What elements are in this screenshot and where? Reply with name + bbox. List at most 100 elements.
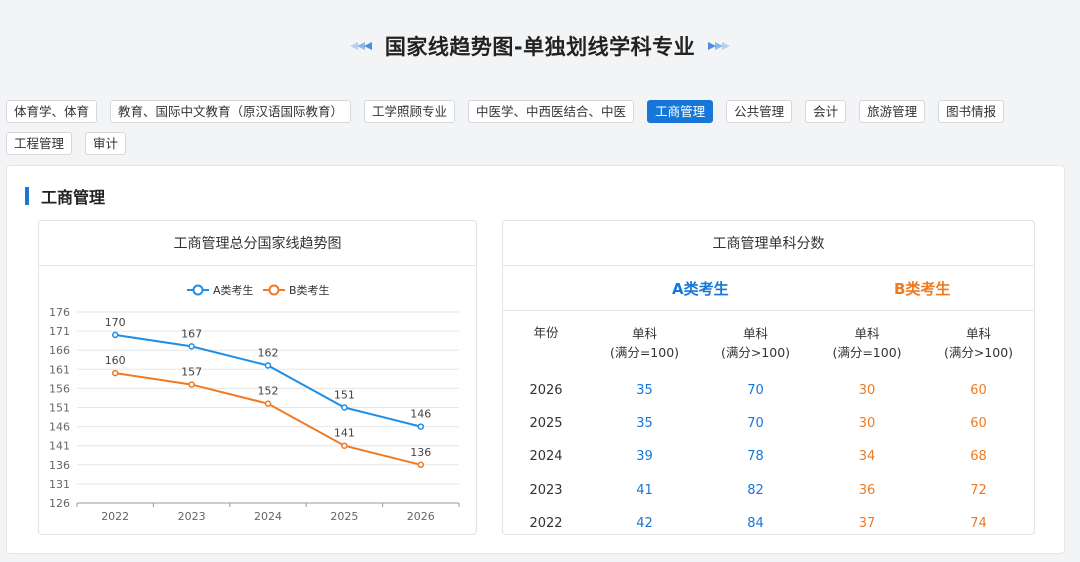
- header-year: 年份: [533, 325, 559, 340]
- group-b-label: B类考生: [894, 280, 951, 298]
- y-tick-label: 131: [49, 478, 70, 491]
- cell-year: 2025: [529, 416, 563, 432]
- data-label: 151: [334, 389, 355, 402]
- cell-a1: 42: [636, 515, 653, 531]
- cell-a2: 82: [747, 482, 764, 498]
- cell-a1: 35: [636, 383, 653, 399]
- tab-9[interactable]: 工程管理: [6, 132, 73, 155]
- group-header-row: A类考生 B类考生: [503, 266, 1034, 311]
- trend-line-chart: 126 131 136 141 146 151 156 161 166 171 176 2022 202…: [49, 283, 460, 523]
- section-title: 工商管理: [25, 184, 105, 208]
- data-label: 157: [181, 366, 202, 379]
- y-tick-label: 126: [49, 497, 70, 510]
- score-table-card: 工商管理单科分数 A类考生 B类考生 年份 单科 (满分=100) 单科 (满分>1…: [502, 220, 1035, 535]
- header-a-single-gt100: 单科 (满分>100): [720, 325, 791, 360]
- data-label: 141: [334, 427, 355, 440]
- tab-1[interactable]: 教育、国际中文教育（原汉语国际教育）: [110, 100, 352, 123]
- data-point: [188, 381, 195, 388]
- y-tick-label: 141: [49, 440, 70, 453]
- data-label: 170: [105, 316, 126, 329]
- table-header-row: 年份 单科 (满分=100) 单科 (满分>100) 单科 (满分=100) 单科 (满…: [503, 311, 1034, 374]
- tab-5[interactable]: 公共管理: [726, 100, 793, 123]
- page-header: 国家线趋势图-单独划线学科专业: [0, 28, 1080, 64]
- chart-card-title: 工商管理总分国家线趋势图: [39, 221, 476, 266]
- subject-tabs: 体育学、体育 教育、国际中文教育（原汉语国际教育） 工学照顾专业 中医学、中西医结合、…: [6, 100, 1076, 155]
- score-table: 年份 单科 (满分=100) 单科 (满分>100) 单科 (满分=100) 单科 (满…: [503, 311, 1034, 540]
- data-label: 162: [258, 346, 279, 359]
- cell-b1: 34: [858, 449, 876, 465]
- cell-b2: 60: [970, 416, 987, 432]
- cell-a2: 70: [747, 383, 764, 399]
- table-card-title: 工商管理单科分数: [503, 221, 1034, 266]
- data-point: [341, 442, 348, 449]
- tab-8[interactable]: 图书情报: [938, 100, 1005, 123]
- tab-10[interactable]: 审计: [85, 132, 127, 155]
- data-label: 152: [258, 385, 279, 398]
- data-label: 167: [181, 327, 202, 340]
- data-point: [111, 331, 119, 339]
- cell-b2: 60: [970, 383, 987, 399]
- cell-b2: 72: [970, 482, 987, 498]
- data-label: 136: [410, 446, 431, 459]
- tab-2[interactable]: 工学照顾专业: [364, 100, 456, 123]
- left-arrows-icon: [349, 42, 372, 50]
- cell-a1: 35: [636, 416, 653, 432]
- data-point: [264, 362, 272, 369]
- tab-0[interactable]: 体育学、体育: [6, 100, 98, 123]
- header-b-single-100: 单科 (满分=100): [832, 325, 902, 360]
- cell-a2: 84: [747, 515, 764, 531]
- cell-b1: 30: [858, 383, 876, 399]
- legend-label: B类考生: [289, 283, 330, 297]
- table-row: 2025 35 70 30 60: [503, 407, 1034, 440]
- y-tick-label: 146: [49, 421, 70, 434]
- data-point: [111, 369, 119, 377]
- table-row: 2023 41 82 36 72: [503, 474, 1034, 507]
- x-tick-label: 2026: [407, 510, 435, 523]
- x-tick-label: 2022: [101, 510, 129, 523]
- cell-a2: 78: [747, 449, 764, 465]
- data-point: [417, 423, 425, 430]
- y-tick-label: 161: [49, 363, 70, 376]
- x-tick-label: 2024: [254, 510, 282, 523]
- tab-4[interactable]: 工商管理: [647, 100, 714, 123]
- cell-a2: 70: [747, 416, 764, 432]
- table-row: 2026 35 70 30 60: [503, 374, 1034, 407]
- data-label: 160: [105, 354, 126, 367]
- y-tick-label: 166: [49, 344, 70, 357]
- data-point: [417, 461, 425, 469]
- x-tick-label: 2025: [330, 510, 358, 523]
- cell-year: 2023: [529, 482, 563, 498]
- tab-3[interactable]: 中医学、中西医结合、中医: [468, 100, 635, 123]
- cell-a1: 41: [636, 482, 653, 498]
- legend-marker-icon: [192, 284, 204, 296]
- tab-7[interactable]: 旅游管理: [859, 100, 926, 123]
- page-title: 国家线趋势图-单独划线学科专业: [384, 35, 696, 59]
- y-tick-label: 156: [49, 382, 70, 395]
- x-tick-label: 2023: [178, 510, 206, 523]
- table-row: 2022 42 84 37 74: [503, 507, 1034, 540]
- tab-6[interactable]: 会计: [805, 100, 847, 123]
- cell-year: 2026: [529, 383, 563, 399]
- table-row: 2024 39 78 34 68: [503, 440, 1034, 473]
- header-b-single-gt100: 单科 (满分>100): [943, 325, 1014, 360]
- cell-b1: 30: [858, 416, 876, 432]
- group-a-label: A类考生: [672, 280, 729, 298]
- cell-b1: 37: [858, 515, 876, 531]
- cell-b1: 36: [858, 482, 876, 498]
- content-panel: 工商管理 工商管理总分国家线趋势图 126 131 136 141 146 151 156 1…: [6, 165, 1065, 554]
- cell-year: 2022: [529, 515, 563, 531]
- section-title-text: 工商管理: [41, 188, 106, 207]
- cell-b2: 74: [970, 515, 987, 531]
- data-label: 146: [410, 408, 431, 421]
- section-title-marker: [25, 187, 29, 205]
- right-arrows-icon: [708, 42, 731, 50]
- data-point: [341, 404, 348, 411]
- y-tick-label: 171: [49, 325, 70, 338]
- data-point: [264, 400, 272, 407]
- legend-label: A类考生: [213, 283, 254, 297]
- y-tick-label: 176: [49, 306, 70, 319]
- header-a-single-100: 单科 (满分=100): [609, 325, 680, 360]
- cell-year: 2024: [529, 449, 563, 465]
- cell-b2: 68: [970, 449, 987, 465]
- cell-a1: 39: [636, 449, 653, 465]
